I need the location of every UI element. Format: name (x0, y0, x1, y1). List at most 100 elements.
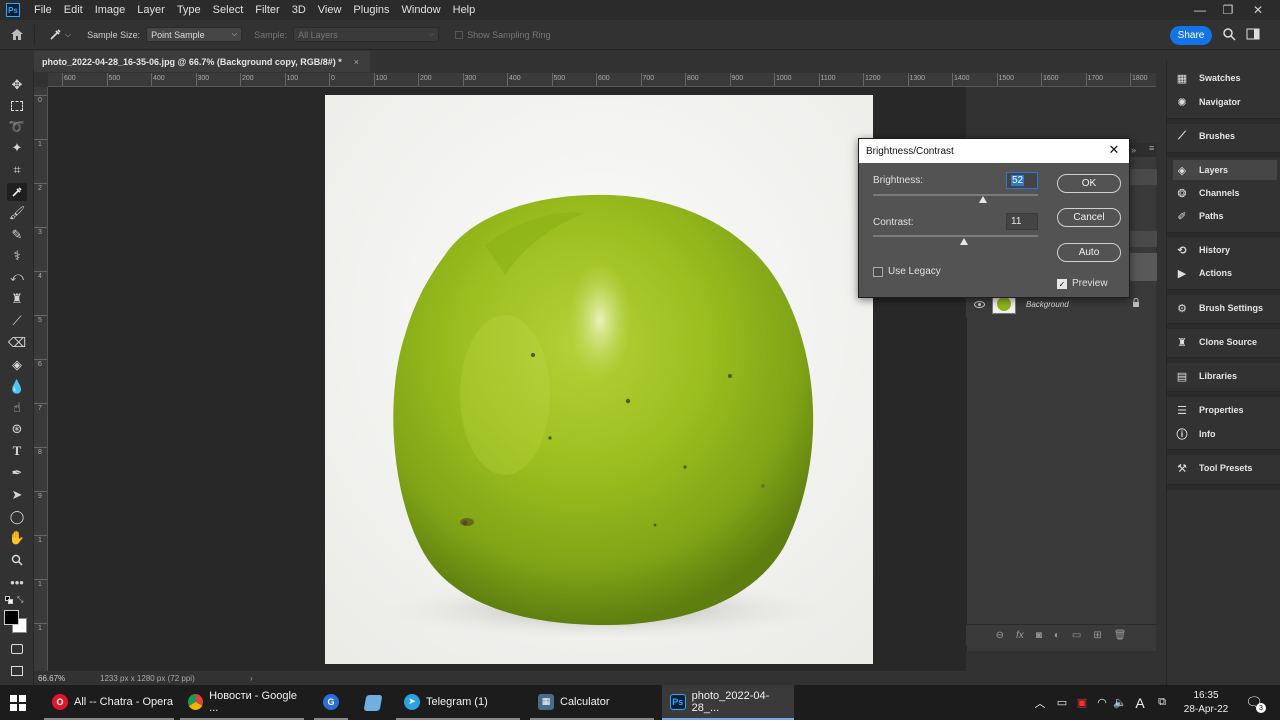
link-layers-icon[interactable]: ⊖ (996, 630, 1004, 641)
dock-swatches[interactable]: ▦ Swatches (1173, 68, 1277, 88)
tray-app-icon[interactable]: ▣ (1074, 685, 1090, 720)
type-tool-icon[interactable]: T (7, 442, 27, 460)
taskbar-calculator[interactable]: ▦ Calculator (530, 685, 654, 720)
fill-field[interactable] (1129, 231, 1157, 247)
workspace-icon[interactable] (1246, 28, 1260, 43)
eraser-tool-icon[interactable]: ⌫ (7, 334, 27, 352)
preview-checkbox[interactable]: ✓ (1057, 279, 1067, 289)
document-tab[interactable]: photo_2022-04-28_16-35-06.jpg @ 66.7% (B… (34, 51, 370, 72)
taskbar-chrome[interactable]: Новости - Google ... (180, 685, 304, 720)
clock[interactable]: 16:35 28-Apr-22 (1178, 685, 1234, 720)
sample-size-select[interactable]: Point Sample ⌵ (146, 27, 243, 42)
art-history-brush-icon[interactable]: ⟋ (7, 312, 27, 330)
cancel-button[interactable]: Cancel (1057, 208, 1121, 227)
auto-button[interactable]: Auto (1057, 243, 1121, 262)
add-mask-icon[interactable]: ◙ (1036, 630, 1042, 641)
dock-navigator[interactable]: ✺ Navigator (1173, 92, 1277, 112)
ellipse-tool-icon[interactable]: ◯ (7, 508, 27, 526)
volume-icon[interactable]: 🔈 (1112, 685, 1128, 720)
dodge-tool-icon[interactable]: ⊛ (7, 420, 27, 438)
eye-icon[interactable] (966, 300, 992, 308)
swap-colors-icon[interactable]: ⤡ (17, 595, 23, 605)
taskbar-app-2[interactable] (356, 685, 390, 720)
screen-mode-icon[interactable] (7, 662, 27, 680)
menu-window[interactable]: Window (396, 0, 447, 20)
contrast-input[interactable]: 11 (1006, 213, 1038, 230)
zoom-tool-icon[interactable] (7, 551, 27, 569)
close-tab-icon[interactable]: × (354, 57, 359, 67)
dock-libraries[interactable]: ▤ Libraries (1173, 366, 1277, 386)
eyedropper-tool-icon[interactable] (7, 183, 27, 201)
crop-tool-icon[interactable]: ⌗ (7, 161, 27, 179)
adjustment-layer-icon[interactable]: ◐ (1054, 630, 1060, 641)
paint-bucket-tool-icon[interactable]: ◈ (7, 356, 27, 374)
history-brush-tool-icon[interactable]: ⤺ (7, 268, 27, 286)
opacity-field[interactable] (1129, 169, 1157, 185)
ok-button[interactable]: OK (1057, 174, 1121, 193)
healing-tool-icon[interactable]: ⚕ (7, 247, 27, 265)
collapse-panel-icon[interactable]: » (1131, 145, 1136, 155)
dock-clone-source[interactable]: ♜ Clone Source (1173, 332, 1277, 352)
smudge-tool-icon[interactable]: ☝ (7, 399, 27, 417)
blur-tool-icon[interactable]: 💧 (7, 378, 27, 396)
dialog-close-icon[interactable]: ✕ (1107, 142, 1121, 157)
dock-channels[interactable]: ❂ Channels (1173, 183, 1277, 203)
taskbar-app[interactable]: G (314, 685, 348, 720)
status-menu-arrow[interactable]: › (240, 674, 253, 683)
path-selection-tool-icon[interactable]: ➤ (7, 486, 27, 504)
show-ring-checkbox[interactable] (455, 30, 464, 39)
layer-name[interactable]: Background (1026, 300, 1132, 309)
panel-menu-icon[interactable]: ≡ (1149, 143, 1154, 153)
taskbar-telegram[interactable]: ➤ Telegram (1) (396, 685, 520, 720)
marquee-tool-icon[interactable] (7, 97, 27, 115)
delete-layer-icon[interactable]: 🗑 (1114, 630, 1127, 641)
use-legacy-label[interactable]: Use Legacy (888, 266, 941, 277)
wifi-icon[interactable]: ◠ (1094, 685, 1110, 720)
clone-stamp-tool-icon[interactable]: ♜ (7, 290, 27, 308)
magic-wand-tool-icon[interactable]: ✦ (7, 139, 27, 157)
notifications-icon[interactable]: 🗨 3 (1242, 685, 1266, 720)
dock-brush-settings[interactable]: ⚙ Brush Settings (1173, 298, 1277, 318)
default-colors-icon[interactable] (5, 596, 13, 604)
share-button[interactable]: Share (1170, 26, 1212, 45)
hand-tool-icon[interactable]: ✋ (7, 529, 27, 547)
tray-dropbox-icon[interactable]: ⧉ (1154, 685, 1170, 720)
fx-icon[interactable]: fx (1016, 630, 1024, 641)
close-window-button[interactable]: ✕ (1244, 0, 1272, 20)
contrast-slider-track[interactable] (873, 235, 1038, 237)
menu-image[interactable]: Image (89, 0, 132, 20)
restore-button[interactable]: ❐ (1214, 0, 1242, 20)
start-button[interactable] (10, 685, 30, 720)
new-layer-icon[interactable]: ⊞ (1093, 630, 1101, 641)
use-legacy-checkbox[interactable] (873, 267, 883, 277)
minimize-button[interactable]: — (1186, 0, 1214, 20)
tray-battery-icon[interactable]: ▭ (1054, 685, 1070, 720)
dock-info[interactable]: ⓘ Info (1173, 424, 1277, 444)
dock-tool-presets[interactable]: ⚒ Tool Presets (1173, 458, 1277, 478)
taskbar-opera[interactable]: O All -- Chatra - Opera (44, 685, 174, 720)
sample-select[interactable]: All Layers ⌵ (293, 27, 440, 42)
dialog-title-bar[interactable]: Brightness/Contrast (859, 139, 1129, 163)
menu-type[interactable]: Type (171, 0, 207, 20)
lasso-tool-icon[interactable]: ➰ (7, 118, 27, 136)
more-tools-icon[interactable]: ••• (7, 573, 27, 591)
brightness-slider-thumb[interactable] (979, 196, 987, 203)
menu-edit[interactable]: Edit (58, 0, 89, 20)
document-image[interactable] (325, 95, 873, 664)
menu-filter[interactable]: Filter (249, 0, 285, 20)
dock-brushes[interactable]: ⟋ Brushes (1173, 126, 1277, 146)
menu-plugins[interactable]: Plugins (347, 0, 395, 20)
move-tool-icon[interactable]: ✥ (7, 76, 27, 94)
new-group-icon[interactable]: ▭ (1072, 630, 1081, 641)
brush-tool-icon[interactable]: 🖌 (7, 204, 27, 222)
tray-chevron-up-icon[interactable]: ︿ (1032, 685, 1048, 720)
pen-tool-icon[interactable]: ✒ (7, 464, 27, 482)
quick-mask-icon[interactable] (7, 640, 27, 658)
menu-view[interactable]: View (312, 0, 348, 20)
input-language-icon[interactable]: A (1132, 685, 1148, 720)
foreground-color-swatch[interactable] (4, 610, 19, 625)
dock-layers[interactable]: ◈ Layers (1173, 160, 1277, 180)
menu-select[interactable]: Select (207, 0, 250, 20)
taskbar-photoshop[interactable]: Ps photo_2022-04-28_... (662, 685, 794, 720)
search-icon[interactable] (1222, 27, 1236, 44)
